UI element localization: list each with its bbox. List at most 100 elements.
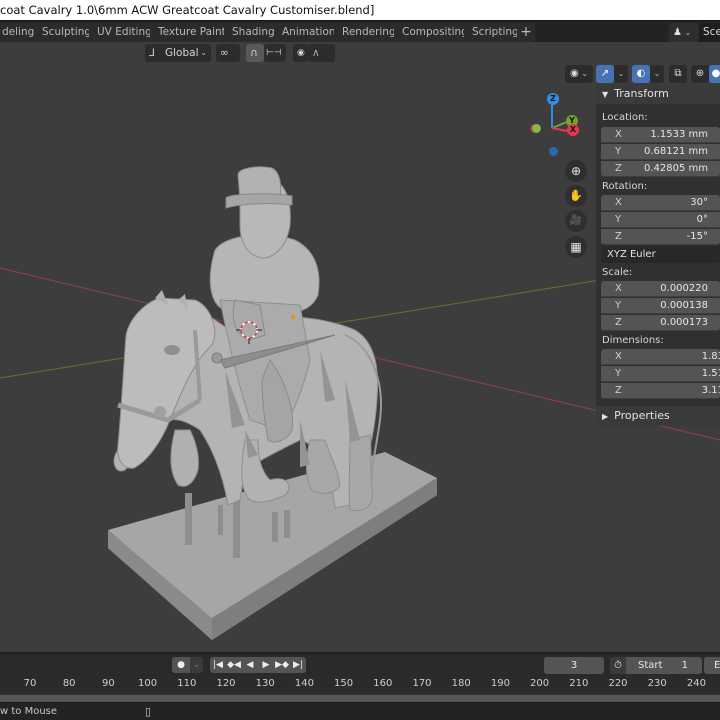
xray-toggle[interactable]: ⧉ <box>669 65 687 83</box>
end-frame-field[interactable]: En <box>704 657 720 674</box>
stopwatch-icon: ⏱ <box>614 660 622 671</box>
rotation-x-field[interactable]: X 30° <box>601 195 720 211</box>
xray-icon: ⧉ <box>674 68 682 79</box>
rotation-y-field[interactable]: Y 0° <box>601 212 720 228</box>
falloff-dropdown[interactable]: ∧ <box>309 44 335 62</box>
snap-target-dropdown[interactable]: ⊢⊣ <box>264 44 286 62</box>
gizmo-dropdown[interactable]: ⌄ <box>614 65 628 83</box>
snap-toggle[interactable]: ∩ <box>246 44 264 62</box>
gizmo-icon: ↗ <box>600 68 610 79</box>
jump-to-end-button[interactable]: ▶| <box>290 657 306 673</box>
ruler-tick-label: 180 <box>451 678 471 689</box>
camera-icon[interactable]: 🎥 <box>565 210 587 232</box>
location-label: Location: <box>602 112 648 123</box>
play-button[interactable]: ▶ <box>258 657 274 673</box>
chevron-down-icon: ⌄ <box>617 69 625 78</box>
gizmo-z-axis[interactable]: Z <box>547 93 559 105</box>
object-origin <box>291 315 295 319</box>
overlay-toggle[interactable]: ◐ <box>632 65 650 83</box>
shading-solid-button[interactable]: ● <box>709 65 720 83</box>
next-keyframe-button[interactable]: ▶◆ <box>274 657 290 673</box>
scale-y-field[interactable]: Y 0.000138 <box>601 298 720 314</box>
dimensions-label: Dimensions: <box>602 335 664 346</box>
link-icon: ∞ <box>220 47 229 59</box>
timeline-scrollbar[interactable] <box>0 694 720 702</box>
scene-name-field[interactable]: Scen <box>699 23 720 42</box>
chevron-down-icon: ⌄ <box>653 69 661 78</box>
ruler-tick-label: 240 <box>686 678 706 689</box>
rotation-z-field[interactable]: Z -15° <box>601 229 720 245</box>
start-frame-field[interactable]: Start 1 <box>626 657 702 674</box>
rotation-mode-dropdown[interactable]: XYZ Euler <box>601 246 720 263</box>
scene-icon: ♟ <box>673 27 682 38</box>
prev-keyframe-button[interactable]: ◆◀ <box>226 657 242 673</box>
next-keyframe-icon: ▶◆ <box>275 660 289 670</box>
jump-start-icon: |◀ <box>213 660 223 670</box>
play-reverse-button[interactable]: ◀ <box>242 657 258 673</box>
proportional-edit-toggle[interactable]: ◉ <box>293 44 309 62</box>
ruler-tick-label: 230 <box>647 678 667 689</box>
transform-axes-icon: ⅃ <box>149 47 155 59</box>
use-preview-range-toggle[interactable]: ⏱ <box>610 657 626 674</box>
dimensions-x-field[interactable]: X1.83 <box>601 349 720 365</box>
ruler-tick-label: 210 <box>569 678 589 689</box>
status-bar: w to Mouse ▯ <box>0 702 720 720</box>
properties-panel-header[interactable]: ▶ Properties <box>596 406 720 426</box>
wireframe-sphere-icon: ⊕ <box>695 68 705 79</box>
ruler-tick-label: 200 <box>530 678 550 689</box>
transform-panel-header[interactable]: ▼ Transform <box>596 84 720 104</box>
ruler-tick-label: 120 <box>216 678 236 689</box>
ruler-tick-label: 110 <box>177 678 197 689</box>
window-title: coat Cavalry 1.0\6mm ACW Greatcoat Caval… <box>0 0 720 20</box>
dimensions-z-field[interactable]: Z3.11 <box>601 383 720 399</box>
dimensions-y-field[interactable]: Y1.51 <box>601 366 720 382</box>
visibility-dropdown[interactable]: ◉ ⌄ <box>565 65 593 83</box>
expand-triangle-icon: ▶ <box>602 412 609 421</box>
location-x-field[interactable]: X 1.1533 mm <box>601 127 720 143</box>
ruler-tick-label: 190 <box>490 678 510 689</box>
scale-x-field[interactable]: X 0.000220 <box>601 281 720 297</box>
overlay-icon: ◐ <box>636 68 646 79</box>
jump-to-start-button[interactable]: |◀ <box>210 657 226 673</box>
shading-wireframe-button[interactable]: ⊕ <box>691 65 709 83</box>
location-z-field[interactable]: Z 0.42805 mm <box>601 161 720 177</box>
transform-orientation-dropdown[interactable]: ⅃ Global ⌄ <box>145 44 211 62</box>
transform-orientation-value: Global <box>165 47 199 59</box>
proportional-edit-icon: ◉ <box>297 48 305 58</box>
add-workspace-button[interactable]: + <box>517 23 535 42</box>
current-frame-field[interactable]: 3 <box>544 657 604 674</box>
snap-increment-icon: ⊢⊣ <box>266 48 282 58</box>
scale-z-field[interactable]: Z 0.000173 <box>601 315 720 331</box>
gizmo-toggle[interactable]: ↗ <box>596 65 614 83</box>
zoom-icon[interactable]: ⊕ <box>565 160 587 182</box>
ruler-tick-label: 130 <box>255 678 275 689</box>
jump-end-icon: ▶| <box>293 660 303 670</box>
gizmo-neg-y[interactable] <box>532 124 541 133</box>
gizmo-x-axis[interactable]: X <box>567 124 579 136</box>
scene-selector[interactable]: ♟ ⌄ <box>669 23 699 42</box>
grid-ortho-icon[interactable]: ▦ <box>565 236 587 258</box>
rotation-label: Rotation: <box>602 181 648 192</box>
gizmo-neg-z[interactable] <box>549 147 558 156</box>
ruler-tick-label: 150 <box>334 678 354 689</box>
tab-texture-paint[interactable]: Texture Paint <box>150 23 234 42</box>
timeline-ruler[interactable]: 70 80 90 100 110 120 130 140 150 160 170 180 190 200 2… <box>0 676 720 694</box>
start-label: Start <box>638 660 663 671</box>
location-y-field[interactable]: Y 0.68121 mm <box>601 144 720 160</box>
auto-keying-toggle[interactable]: ● <box>172 657 190 673</box>
chevron-down-icon: ⌄ <box>681 28 692 37</box>
keying-dropdown[interactable]: ⌄ <box>190 657 203 673</box>
ruler-tick-label: 160 <box>373 678 393 689</box>
ruler-tick-label: 140 <box>294 678 314 689</box>
overlay-dropdown[interactable]: ⌄ <box>650 65 664 83</box>
transform-title: Transform <box>614 87 669 100</box>
play-reverse-icon: ◀ <box>246 660 254 670</box>
properties-title: Properties <box>614 409 670 422</box>
transform-panel: ▼ Transform Location: X 1.1533 mm Y 0.68121… <box>596 84 720 426</box>
hand-pan-icon[interactable]: ✋ <box>565 185 587 207</box>
ruler-tick-label: 70 <box>23 678 37 689</box>
magnet-icon: ∩ <box>250 47 258 59</box>
pivot-point-dropdown[interactable]: ∞ <box>216 44 240 62</box>
status-hint: w to Mouse <box>0 706 58 717</box>
ruler-tick-label: 170 <box>412 678 432 689</box>
